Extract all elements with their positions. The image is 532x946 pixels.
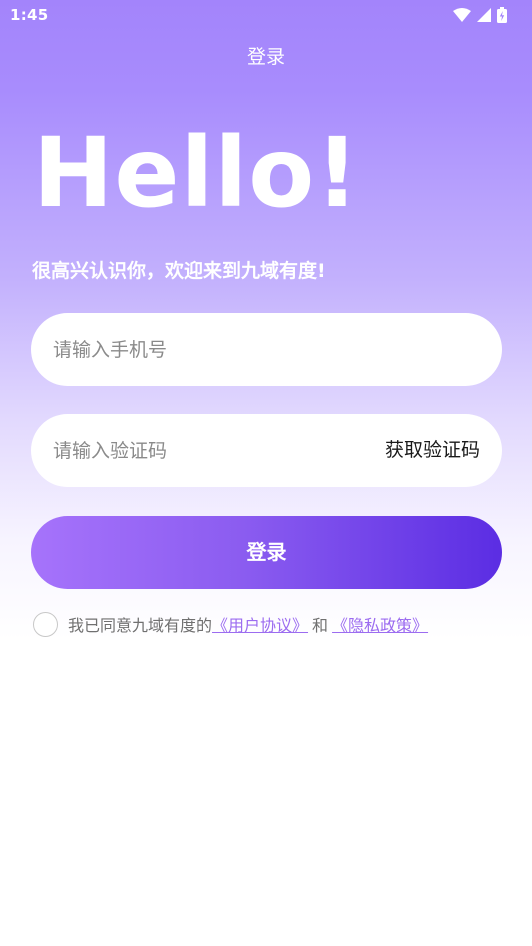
privacy-policy-link[interactable]: 《隐私政策》 (332, 612, 428, 636)
login-button[interactable]: 登录 (31, 516, 502, 589)
get-code-button[interactable]: 获取验证码 (385, 414, 480, 487)
status-icons (453, 7, 507, 23)
phone-field (31, 313, 502, 386)
wifi-icon (453, 8, 471, 22)
agree-checkbox[interactable] (33, 611, 58, 637)
battery-charging-icon (497, 7, 507, 23)
page-title: 登录 (246, 46, 285, 68)
hello-heading: Hello! (33, 117, 360, 229)
code-field: 获取验证码 (31, 414, 502, 487)
agreement-and: 和 (312, 616, 329, 635)
status-time: 1:45 (10, 6, 49, 24)
agreement-row: 我已同意九域有度的 《用户协议》 和 《隐私政策》 (33, 610, 428, 638)
phone-input[interactable] (53, 313, 473, 386)
agreement-prefix: 我已同意九域有度的 (68, 616, 213, 635)
cellular-signal-icon (477, 8, 491, 22)
welcome-text: 很高兴认识你，欢迎来到九域有度! (32, 260, 326, 282)
user-agreement-link[interactable]: 《用户协议》 (212, 612, 308, 636)
status-bar: 1:45 (0, 0, 532, 30)
verification-code-input[interactable] (53, 414, 353, 487)
